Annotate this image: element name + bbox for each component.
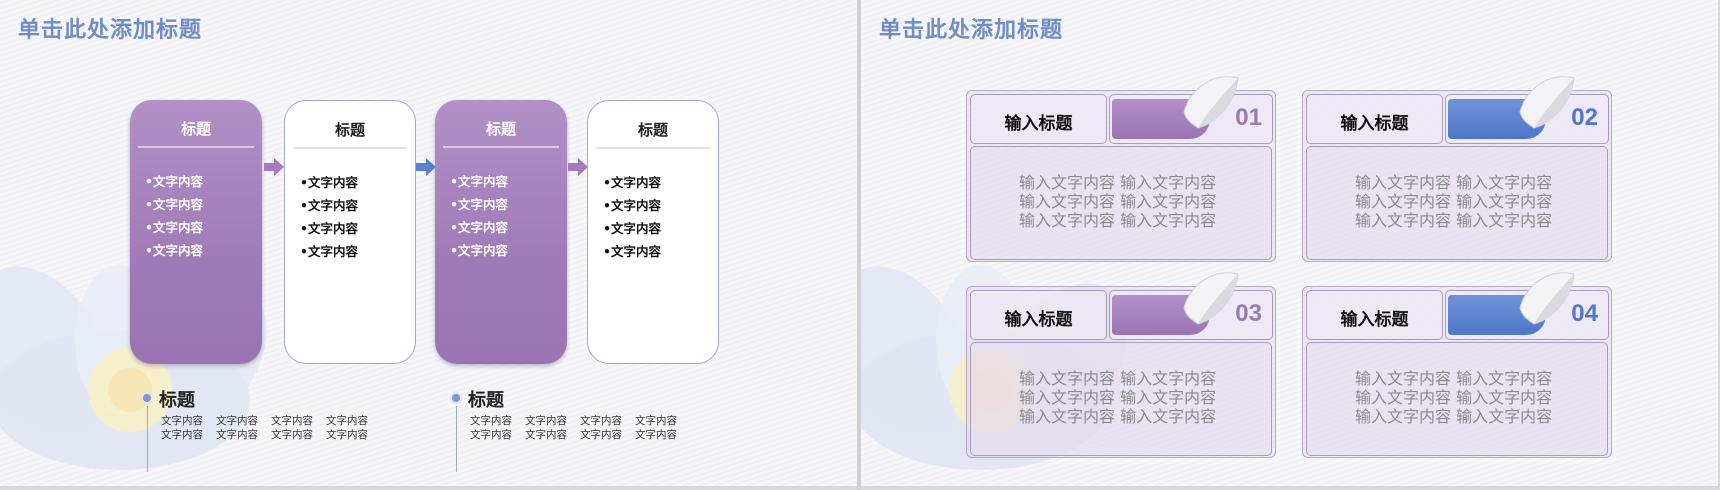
body-line: 输入文字内容 输入文字内容: [1355, 211, 1553, 230]
text-cell: 文字内容: [470, 429, 512, 441]
panel-title: 输入标题: [1340, 114, 1409, 134]
text-cell: 文字内容: [525, 415, 567, 427]
card-divider: [293, 147, 407, 149]
card-list: •文字内容 •文字内容 •文字内容 •文字内容: [450, 170, 508, 262]
vertical-rule: [456, 406, 457, 472]
card-title: 标题: [334, 121, 365, 139]
subsection-text-grid: 文字内容 文字内容 文字内容 文字内容 文字内容 文字内容 文字内容 文字内容: [161, 414, 381, 442]
list-item: •文字内容: [300, 221, 358, 236]
card-divider: [138, 146, 254, 148]
card-title: 标题: [180, 120, 211, 138]
bullet-dot-icon: [450, 392, 462, 404]
process-card-1[interactable]: 标题 •文字内容 •文字内容 •文字内容 •文字内容: [130, 100, 262, 364]
page-curl-icon: [1183, 76, 1239, 129]
body-line: 输入文字内容 输入文字内容: [1355, 192, 1553, 211]
list-item: •文字内容: [145, 220, 203, 235]
body-line: 输入文字内容 输入文字内容: [1019, 211, 1217, 230]
body-line: 输入文字内容 输入文字内容: [1355, 388, 1553, 407]
vertical-rule: [147, 406, 148, 472]
slide-left: 单击此处添加标题 标题 •文字内容 •文字内容 •文字内容 •文字内容 标题 •…: [0, 0, 857, 486]
slide-right: 单击此处添加标题 输入标题 01 输入文字内容 输入文字内容 输入文字内容 输入…: [861, 0, 1718, 486]
panel-body[interactable]: 输入文字内容 输入文字内容 输入文字内容 输入文字内容 输入文字内容 输入文字内…: [970, 146, 1272, 260]
body-line: 输入文字内容 输入文字内容: [1019, 192, 1217, 211]
text-cell: 文字内容: [326, 429, 368, 441]
list-item: •文字内容: [300, 198, 358, 213]
list-item: •文字内容: [450, 197, 508, 212]
text-cell: 文字内容: [271, 429, 313, 441]
list-item: •文字内容: [450, 174, 508, 189]
text-cell: 文字内容: [580, 429, 622, 441]
page-curl-icon: [1519, 272, 1575, 325]
page-curl-icon: [1519, 76, 1575, 129]
card-title: 标题: [637, 121, 668, 139]
text-cell: 文字内容: [525, 429, 567, 441]
process-card-2[interactable]: 标题 •文字内容 •文字内容 •文字内容 •文字内容: [284, 100, 416, 364]
list-item: •文字内容: [300, 244, 358, 259]
panel-title: 输入标题: [1004, 310, 1073, 330]
panel-title-box[interactable]: 输入标题: [970, 290, 1107, 340]
slide-title[interactable]: 单击此处添加标题: [879, 12, 1063, 44]
text-cell: 文字内容: [161, 415, 203, 427]
card-list: •文字内容 •文字内容 •文字内容 •文字内容: [300, 171, 358, 263]
panel-title-box[interactable]: 输入标题: [1306, 94, 1443, 144]
subsection-title: 标题: [468, 390, 504, 411]
body-line: 输入文字内容 输入文字内容: [1019, 388, 1217, 407]
text-cell: 文字内容: [326, 415, 368, 427]
list-item: •文字内容: [603, 198, 661, 213]
card-list: •文字内容 •文字内容 •文字内容 •文字内容: [603, 171, 661, 263]
body-line: 输入文字内容 输入文字内容: [1019, 407, 1217, 426]
panel-title-box[interactable]: 输入标题: [1306, 290, 1443, 340]
list-item: •文字内容: [145, 197, 203, 212]
slide-title[interactable]: 单击此处添加标题: [18, 12, 202, 44]
list-item: •文字内容: [603, 221, 661, 236]
body-line: 输入文字内容 输入文字内容: [1355, 369, 1553, 388]
info-panel-4[interactable]: 输入标题 04 输入文字内容 输入文字内容 输入文字内容 输入文字内容 输入文字…: [1302, 272, 1612, 458]
text-cell: 文字内容: [271, 415, 313, 427]
page-curl-icon: [1183, 272, 1239, 325]
card-list: •文字内容 •文字内容 •文字内容 •文字内容: [145, 170, 203, 262]
panel-title: 输入标题: [1004, 114, 1073, 134]
process-card-3[interactable]: 标题 •文字内容 •文字内容 •文字内容 •文字内容: [435, 100, 567, 364]
bullet-dot-icon: [141, 392, 153, 404]
list-item: •文字内容: [145, 243, 203, 258]
info-panel-3[interactable]: 输入标题 03 输入文字内容 输入文字内容 输入文字内容 输入文字内容 输入文字…: [966, 272, 1276, 458]
list-item: •文字内容: [603, 244, 661, 259]
text-cell: 文字内容: [635, 429, 677, 441]
panel-title: 输入标题: [1340, 310, 1409, 330]
list-item: •文字内容: [450, 243, 508, 258]
text-cell: 文字内容: [635, 415, 677, 427]
panel-body[interactable]: 输入文字内容 输入文字内容 输入文字内容 输入文字内容 输入文字内容 输入文字内…: [970, 342, 1272, 456]
card-divider: [596, 147, 710, 149]
text-cell: 文字内容: [216, 415, 258, 427]
list-item: •文字内容: [603, 175, 661, 190]
list-item: •文字内容: [450, 220, 508, 235]
info-panel-2[interactable]: 输入标题 02 输入文字内容 输入文字内容 输入文字内容 输入文字内容 输入文字…: [1302, 76, 1612, 262]
panel-body[interactable]: 输入文字内容 输入文字内容 输入文字内容 输入文字内容 输入文字内容 输入文字内…: [1306, 342, 1608, 456]
card-divider: [443, 146, 559, 148]
body-line: 输入文字内容 输入文字内容: [1355, 173, 1553, 192]
card-title: 标题: [485, 120, 516, 138]
panel-body[interactable]: 输入文字内容 输入文字内容 输入文字内容 输入文字内容 输入文字内容 输入文字内…: [1306, 146, 1608, 260]
process-card-4[interactable]: 标题 •文字内容 •文字内容 •文字内容 •文字内容: [587, 100, 719, 364]
subsection-title: 标题: [159, 390, 195, 411]
list-item: •文字内容: [300, 175, 358, 190]
body-line: 输入文字内容 输入文字内容: [1019, 173, 1217, 192]
info-panel-1[interactable]: 输入标题 01 输入文字内容 输入文字内容 输入文字内容 输入文字内容 输入文字…: [966, 76, 1276, 262]
body-line: 输入文字内容 输入文字内容: [1019, 369, 1217, 388]
text-cell: 文字内容: [470, 415, 512, 427]
list-item: •文字内容: [145, 174, 203, 189]
text-cell: 文字内容: [216, 429, 258, 441]
panel-title-box[interactable]: 输入标题: [970, 94, 1107, 144]
body-line: 输入文字内容 输入文字内容: [1355, 407, 1553, 426]
text-cell: 文字内容: [161, 429, 203, 441]
subsection-text-grid: 文字内容 文字内容 文字内容 文字内容 文字内容 文字内容 文字内容 文字内容: [470, 414, 690, 442]
text-cell: 文字内容: [580, 415, 622, 427]
